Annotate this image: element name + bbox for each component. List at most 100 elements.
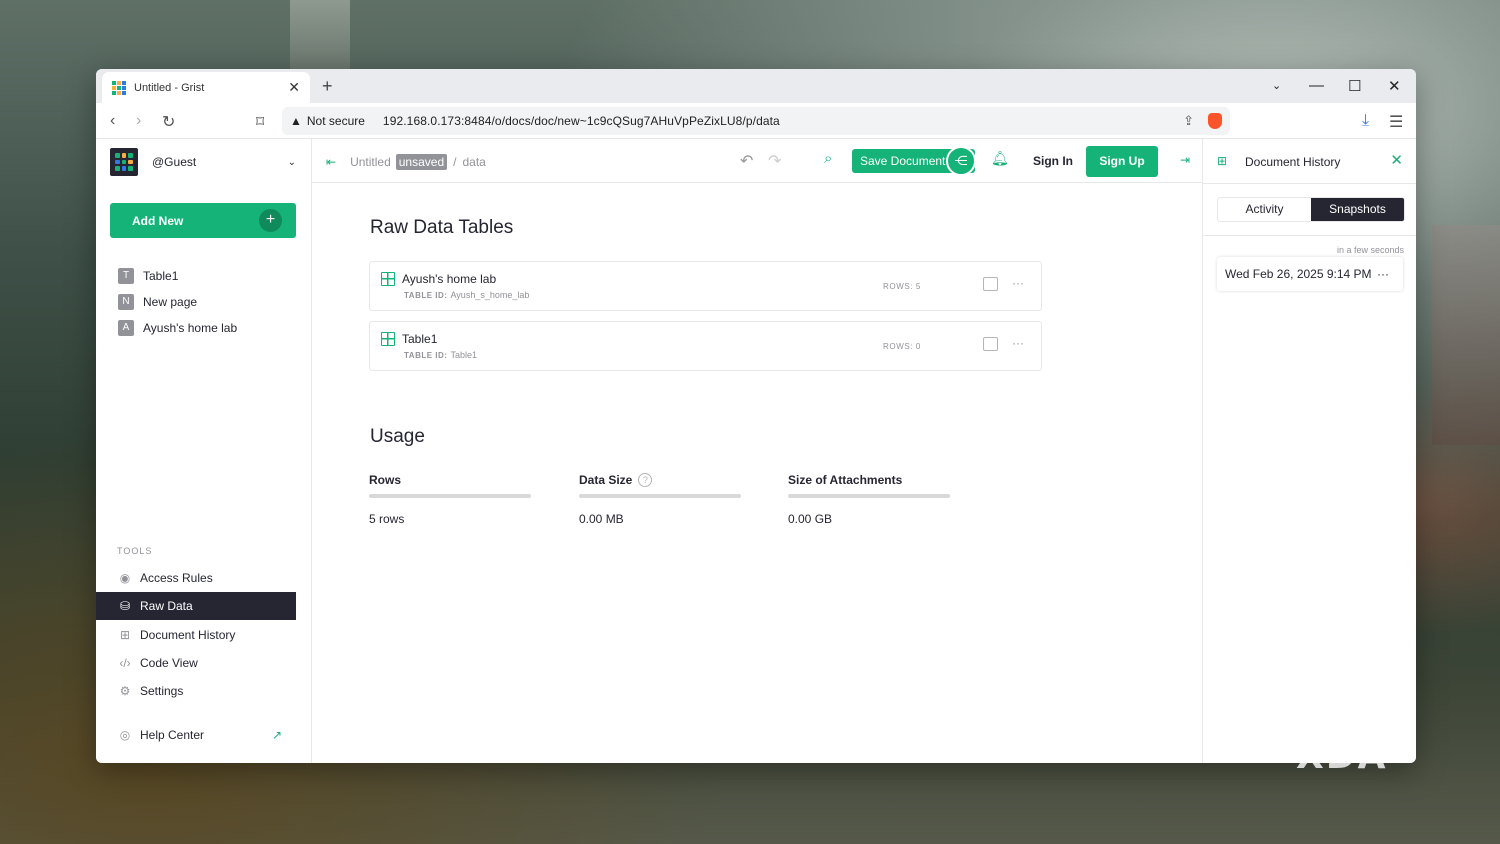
bookmark-icon[interactable]: ⌑ (256, 112, 264, 132)
background-castle (1432, 225, 1500, 445)
page-name: data (462, 155, 486, 169)
browser-window: Untitled - Grist ✕ + ⌄ — ☐ ✕ ‹ › ↻ ⌑ ▲ N… (96, 69, 1416, 763)
redo-icon[interactable]: ↷ (768, 151, 781, 171)
tab-title: Untitled - Grist (134, 81, 205, 94)
minimize-icon[interactable]: — (1309, 77, 1324, 94)
add-new-label: Add New (132, 213, 184, 228)
security-label[interactable]: Not secure (307, 114, 365, 128)
xda-watermark: XDA (1296, 736, 1388, 777)
table-grid-icon (381, 332, 395, 346)
tab-activity[interactable]: Activity (1218, 198, 1311, 221)
usage-label-row: Data Size ? (579, 473, 741, 487)
download-icon[interactable]: ⤓ (1362, 112, 1369, 130)
tool-label: Document History (140, 628, 236, 642)
usage-bar (788, 494, 950, 498)
raw-data-view: Raw Data Tables Ayush's home lab TABLE I… (312, 184, 1202, 763)
right-panel: ⊞ Document History ✕ Activity Snapshots … (1202, 139, 1416, 763)
share-icon[interactable]: ⋲ (946, 146, 976, 176)
divider (1203, 235, 1416, 236)
page-item-home-lab[interactable]: A Ayush's home lab (118, 315, 237, 341)
right-panel-title: Document History (1245, 155, 1341, 169)
usage-label: Data Size (579, 473, 633, 487)
table-card[interactable]: Table1 TABLE ID: Table1 ROWS: 0 ··· (369, 321, 1042, 371)
tab-snapshots[interactable]: Snapshots (1311, 198, 1404, 221)
tool-settings[interactable]: ⚙ Settings (96, 677, 296, 705)
doc-name[interactable]: Untitled (350, 155, 391, 169)
background-tower (290, 0, 350, 70)
table-rows: ROWS: 5 (883, 282, 921, 291)
bell-icon[interactable]: 🔔︎ (991, 150, 1009, 167)
help-label: Help Center (140, 728, 205, 742)
usage-bar (579, 494, 741, 498)
more-options-icon[interactable]: ··· (1012, 336, 1024, 350)
code-icon: ‹/› (119, 656, 131, 670)
share-page-icon[interactable]: ⇪ (1183, 113, 1194, 129)
raw-data-title: Raw Data Tables (370, 217, 514, 238)
collapse-left-panel-icon[interactable]: ⇤ (326, 155, 336, 169)
eye-icon: ◉ (119, 571, 131, 585)
address-bar: ‹ › ↻ ⌑ ▲ Not secure 192.168.0.173:8484/… (96, 103, 1416, 139)
page-item-new-page[interactable]: N New page (118, 289, 237, 315)
back-icon[interactable]: ‹ (110, 112, 115, 130)
grist-favicon-icon (112, 80, 126, 95)
tool-label: Code View (140, 656, 198, 670)
tool-label: Raw Data (140, 599, 193, 613)
sign-up-button[interactable]: Sign Up (1086, 146, 1158, 177)
unsaved-badge: unsaved (395, 154, 448, 170)
maximize-icon[interactable]: ☐ (1348, 77, 1361, 95)
snapshot-item[interactable]: Wed Feb 26, 2025 9:14 PM ··· (1217, 257, 1403, 291)
external-link-icon: ↗ (271, 728, 282, 742)
database-icon: ⛁ (119, 599, 131, 613)
tab-close-icon[interactable]: ✕ (288, 79, 300, 96)
tool-code-view[interactable]: ‹/› Code View (96, 649, 296, 677)
gear-icon: ⚙ (119, 684, 131, 698)
page-label: Table1 (143, 269, 179, 283)
brave-shields-icon[interactable] (1208, 113, 1222, 129)
right-panel-header: ⊞ Document History ✕ (1203, 139, 1416, 184)
grist-logo-icon[interactable] (110, 148, 138, 176)
tab-list-chevron-icon[interactable]: ⌄ (1272, 79, 1281, 92)
page-label: New page (143, 295, 198, 309)
tool-label: Settings (140, 684, 184, 698)
save-document-label: Save Document (860, 154, 946, 168)
tool-raw-data[interactable]: ⛁ Raw Data (96, 592, 296, 620)
collapse-right-panel-icon[interactable]: ⇥ (1180, 153, 1190, 167)
table-name: Ayush's home lab (402, 272, 497, 286)
table-id: TABLE ID: Table1 (404, 350, 477, 360)
table-name: Table1 (402, 332, 438, 346)
new-tab-icon[interactable]: + (322, 76, 333, 97)
doc-topbar: ⇤ Untitled unsaved / data ↶ ↷ ⌕ Save Doc… (312, 139, 1202, 183)
url-text[interactable]: 192.168.0.173:8484/o/docs/doc/new~1c9cQS… (383, 114, 1183, 128)
tools-heading: TOOLS (117, 546, 153, 556)
tool-access-rules[interactable]: ◉ Access Rules (96, 564, 296, 592)
browser-tab[interactable]: Untitled - Grist ✕ (102, 72, 310, 103)
org-selector[interactable]: @Guest ⌄ (110, 147, 296, 177)
page-item-table1[interactable]: T Table1 (118, 263, 237, 289)
more-options-icon[interactable]: ··· (1012, 276, 1024, 290)
reload-icon[interactable]: ↻ (162, 112, 175, 132)
close-icon[interactable]: ✕ (1390, 151, 1403, 169)
menu-icon[interactable]: ☰ (1389, 112, 1403, 132)
help-center-link[interactable]: ◎ Help Center ↗ (96, 721, 296, 749)
url-field[interactable]: ▲ Not secure 192.168.0.173:8484/o/docs/d… (282, 107, 1230, 135)
breadcrumb: ⇤ Untitled unsaved / data (326, 154, 486, 170)
history-tabs: Activity Snapshots (1217, 197, 1405, 222)
search-icon[interactable]: ⌕ (824, 150, 832, 167)
sign-in-button[interactable]: Sign In (1033, 154, 1073, 168)
usage-bar (369, 494, 531, 498)
help-question-icon[interactable]: ? (638, 473, 653, 487)
record-card-icon[interactable] (983, 337, 998, 351)
undo-icon[interactable]: ↶ (740, 151, 753, 171)
table-card[interactable]: Ayush's home lab TABLE ID: Ayush_s_home_l… (369, 261, 1042, 311)
help-icon: ◎ (119, 728, 131, 742)
more-options-icon[interactable]: ··· (1377, 267, 1389, 281)
record-card-icon[interactable] (983, 277, 998, 291)
add-new-button[interactable]: Add New + (110, 203, 296, 238)
table-grid-icon (381, 272, 395, 286)
breadcrumb-separator: / (453, 155, 457, 169)
page-initial: T (118, 268, 134, 284)
forward-icon[interactable]: › (136, 112, 141, 130)
tool-document-history[interactable]: ⊞ Document History (96, 621, 296, 649)
window-close-icon[interactable]: ✕ (1388, 77, 1401, 95)
usage-value: 5 rows (369, 512, 405, 526)
